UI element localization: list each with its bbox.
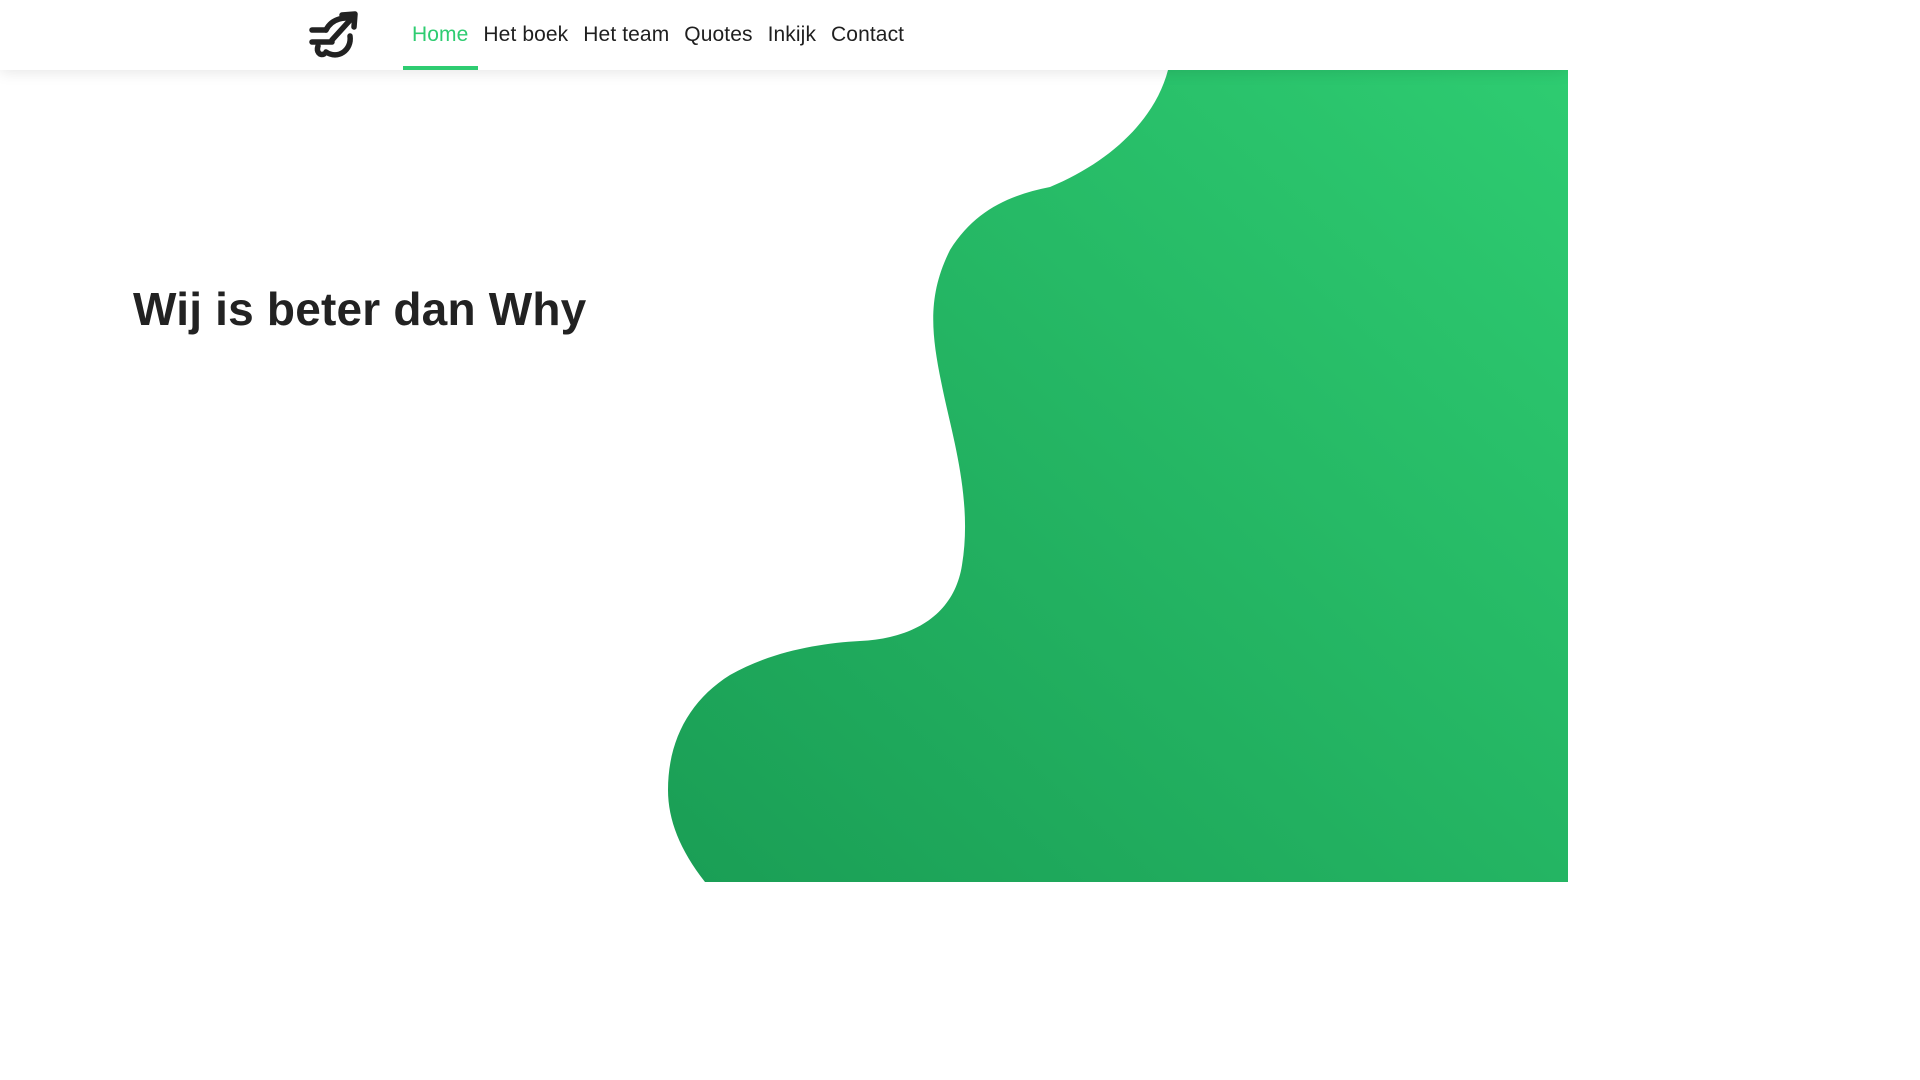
green-blob-background: [668, 70, 1568, 882]
blob-shape: [668, 70, 1568, 882]
nav-item-label: Contact: [831, 23, 905, 46]
nav-item-het-boek[interactable]: Het boek: [478, 0, 578, 70]
nav-menu: Home Het boek Het team Quotes Inkijk Con…: [403, 0, 914, 70]
top-navbar: Home Het boek Het team Quotes Inkijk Con…: [0, 0, 1568, 70]
hero-title: Wij is beter dan Why: [133, 283, 587, 335]
nav-item-label: Inkijk: [767, 23, 817, 46]
nav-item-quotes[interactable]: Quotes: [679, 0, 762, 70]
nav-item-label: Het boek: [483, 23, 569, 46]
nav-item-label: Home: [412, 23, 469, 46]
nav-item-inkijk[interactable]: Inkijk: [763, 0, 826, 70]
page: Home Het boek Het team Quotes Inkijk Con…: [0, 0, 1568, 882]
nav-item-label: Quotes: [684, 23, 753, 46]
nav-item-het-team[interactable]: Het team: [578, 0, 679, 70]
nav-item-contact[interactable]: Contact: [826, 0, 914, 70]
rotating-arrow-logo-icon[interactable]: [304, 10, 358, 60]
nav-item-home[interactable]: Home: [403, 0, 479, 70]
nav-item-label: Het team: [583, 23, 670, 46]
